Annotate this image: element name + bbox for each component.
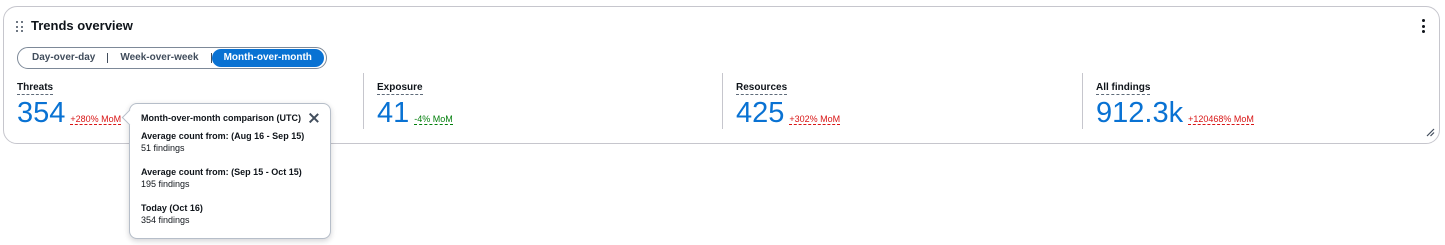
metric-change-resources[interactable]: +302% MoM <box>789 114 841 125</box>
popover-section-value: 354 findings <box>141 215 190 225</box>
metric-value-threats: 354 <box>17 97 66 129</box>
popover-section-heading: Today (Oct 16) <box>141 203 203 213</box>
popover-title: Month-over-month comparison (UTC) <box>141 113 301 123</box>
metric-label-threats[interactable]: Threats <box>17 82 54 95</box>
popover-section-heading: Average count from: (Aug 16 - Sep 15) <box>141 131 305 141</box>
popover-section: Today (Oct 16) 354 findings <box>141 203 319 225</box>
popover-section-heading: Average count from: (Sep 15 - Oct 15) <box>141 167 302 177</box>
segment-day-over-day[interactable]: Day-over-day <box>20 49 107 67</box>
popover-section-value: 51 findings <box>141 143 185 153</box>
metric-change-all-findings[interactable]: +120468% MoM <box>1188 114 1254 125</box>
metric-label-all-findings[interactable]: All findings <box>1096 82 1151 95</box>
column-divider <box>722 73 723 129</box>
metric-resources: Resources 425 +302% MoM <box>736 77 841 133</box>
metric-value-exposure: 41 <box>377 97 410 129</box>
metric-label-exposure[interactable]: Exposure <box>377 82 423 95</box>
metric-threats: Threats 354 +280% MoM <box>17 77 122 133</box>
column-divider <box>1082 73 1083 129</box>
popover-section: Average count from: (Aug 16 - Sep 15) 51… <box>141 131 319 153</box>
metric-all-findings: All findings 912.3k +120468% MoM <box>1096 77 1254 133</box>
resize-corner-icon[interactable] <box>1425 127 1435 137</box>
drag-handle-icon[interactable] <box>16 21 24 33</box>
metric-change-exposure[interactable]: -4% MoM <box>414 114 453 125</box>
segment-month-over-month[interactable]: Month-over-month <box>211 49 324 67</box>
metric-value-resources: 425 <box>736 97 785 129</box>
comparison-popover: Month-over-month comparison (UTC) Averag… <box>121 103 331 239</box>
segment-week-over-week[interactable]: Week-over-week <box>108 49 210 67</box>
metric-change-threats[interactable]: +280% MoM <box>70 114 122 125</box>
metric-value-all-findings: 912.3k <box>1096 97 1184 129</box>
metric-label-resources[interactable]: Resources <box>736 82 788 95</box>
popover-section: Average count from: (Sep 15 - Oct 15) 19… <box>141 167 319 189</box>
close-icon[interactable] <box>309 113 319 123</box>
widget-title: Trends overview <box>31 18 133 33</box>
metric-exposure: Exposure 41 -4% MoM <box>377 77 453 133</box>
vertical-dots-icon[interactable] <box>1421 19 1425 33</box>
column-divider <box>363 73 364 129</box>
popover-section-value: 195 findings <box>141 179 190 189</box>
comparison-segmented-control: Day-over-day Week-over-week Month-over-m… <box>17 47 327 69</box>
